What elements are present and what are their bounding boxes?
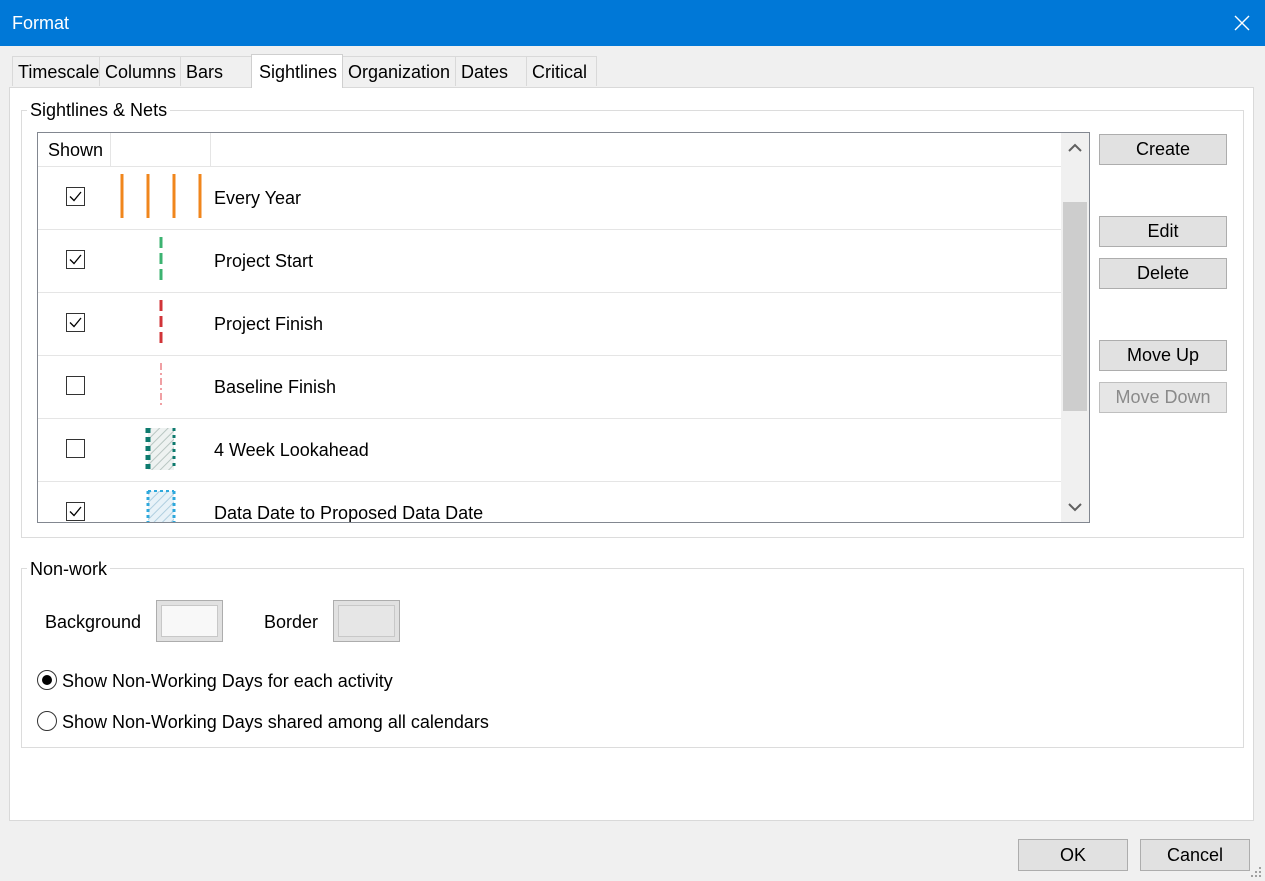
tab-critical[interactable]: Critical <box>526 56 597 86</box>
row-label: Project Finish <box>214 314 324 334</box>
nonwork-group-label: Non-work <box>27 559 111 579</box>
sightline-dashed-red-icon <box>159 300 163 344</box>
shown-checkbox[interactable] <box>66 439 85 458</box>
background-label: Background <box>45 612 142 632</box>
tab-dates[interactable]: Dates <box>455 56 527 86</box>
close-button[interactable] <box>1219 0 1265 46</box>
check-mark-icon <box>69 254 82 265</box>
sightline-dashed-green-icon <box>159 237 163 281</box>
cancel-button[interactable]: Cancel <box>1140 839 1250 871</box>
header-separator <box>210 133 211 166</box>
list-item[interactable]: Data Date to Proposed Data Date <box>38 481 1061 523</box>
resize-grip-icon[interactable] <box>1250 866 1262 878</box>
radio-each-activity-label[interactable]: Show Non-Working Days for each activity <box>62 671 393 692</box>
radio-each-activity[interactable] <box>37 670 57 690</box>
move-down-button[interactable]: Move Down <box>1099 382 1227 413</box>
chevron-down-icon[interactable] <box>1068 502 1082 512</box>
border-color-preview <box>338 605 395 637</box>
check-mark-icon <box>69 191 82 202</box>
shown-checkbox[interactable] <box>66 187 85 206</box>
shown-checkbox[interactable] <box>66 376 85 395</box>
close-icon <box>1234 15 1250 31</box>
sightlines-group-label: Sightlines & Nets <box>27 100 171 120</box>
tab-timescale[interactable]: Timescale <box>12 56 100 86</box>
window-title: Format <box>12 13 70 33</box>
scrollbar-thumb[interactable] <box>1063 202 1087 411</box>
list-item[interactable]: Every Year <box>38 166 1061 230</box>
shown-checkbox[interactable] <box>66 313 85 332</box>
background-color-preview <box>161 605 218 637</box>
lookahead-net-icon <box>145 428 176 470</box>
sightline-dashdot-pink-icon <box>160 363 162 407</box>
check-mark-icon <box>69 317 82 328</box>
row-label: Every Year <box>214 188 302 208</box>
background-color-swatch[interactable] <box>156 600 223 642</box>
list-item[interactable]: 4 Week Lookahead <box>38 418 1061 482</box>
shown-checkbox[interactable] <box>66 502 85 521</box>
tab-sightlines[interactable]: Sightlines <box>251 54 343 88</box>
move-up-button[interactable]: Move Up <box>1099 340 1227 371</box>
row-label: Data Date to Proposed Data Date <box>214 503 484 523</box>
list-header: Shown <box>38 133 1061 167</box>
list-item[interactable]: Project Finish <box>38 292 1061 356</box>
shown-checkbox[interactable] <box>66 250 85 269</box>
title-bar: Format <box>0 0 1265 46</box>
list-item[interactable]: Baseline Finish <box>38 355 1061 419</box>
border-label: Border <box>264 612 319 632</box>
chevron-up-icon[interactable] <box>1068 143 1082 153</box>
check-mark-icon <box>69 506 82 517</box>
ok-button[interactable]: OK <box>1018 839 1128 871</box>
tab-columns[interactable]: Columns <box>99 56 181 86</box>
sightline-yearly-icon <box>120 174 202 218</box>
edit-button[interactable]: Edit <box>1099 216 1227 247</box>
row-label: Project Start <box>214 251 314 271</box>
list-scrollbar[interactable] <box>1061 133 1089 522</box>
radio-selected-dot <box>42 675 52 685</box>
tab-organization[interactable]: Organization <box>342 56 456 86</box>
row-label: 4 Week Lookahead <box>214 440 369 460</box>
create-button[interactable]: Create <box>1099 134 1227 165</box>
border-color-swatch[interactable] <box>333 600 400 642</box>
sightlines-list: Shown Every Year Project Start Project F… <box>37 132 1090 523</box>
delete-button[interactable]: Delete <box>1099 258 1227 289</box>
row-label: Baseline Finish <box>214 377 337 397</box>
data-date-net-icon <box>146 490 176 522</box>
column-header-shown[interactable]: Shown <box>48 140 103 161</box>
radio-shared-calendars-label[interactable]: Show Non-Working Days shared among all c… <box>62 712 489 733</box>
header-separator <box>110 133 111 166</box>
list-item[interactable]: Project Start <box>38 229 1061 293</box>
radio-shared-calendars[interactable] <box>37 711 57 731</box>
tab-bars[interactable]: Bars <box>180 56 252 86</box>
